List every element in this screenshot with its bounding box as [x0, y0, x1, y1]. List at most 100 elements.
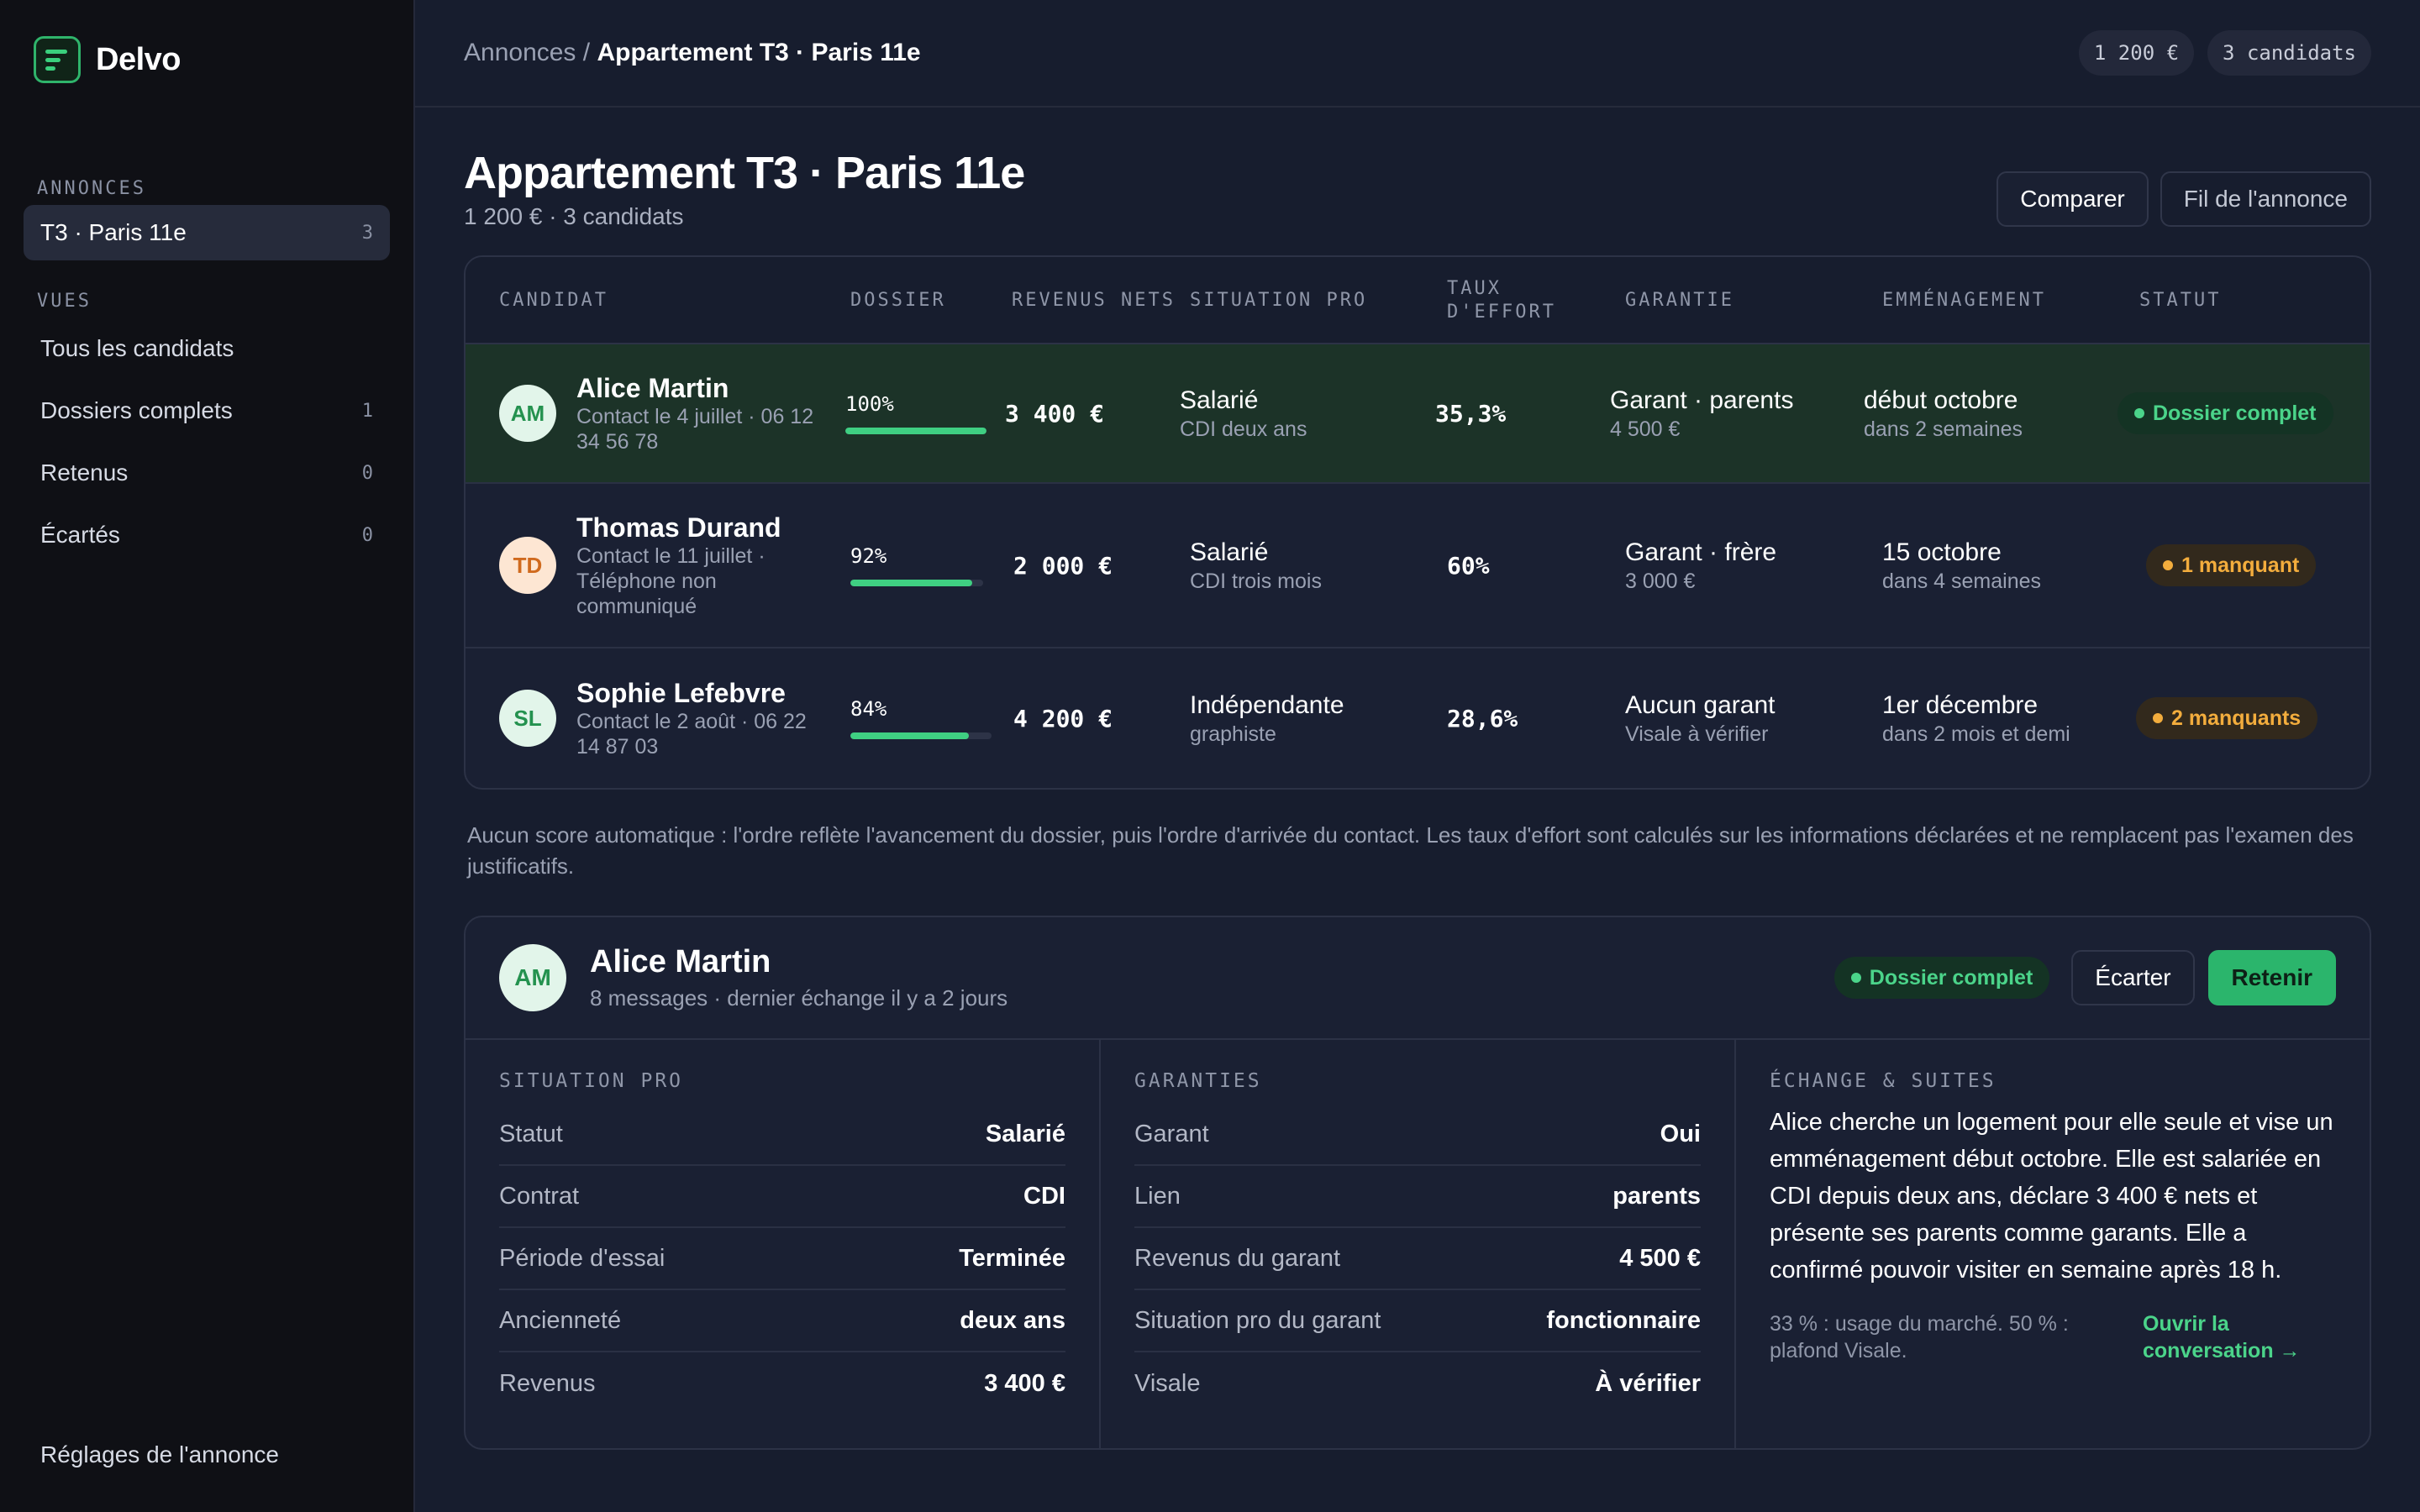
kv-key: Revenus du garant — [1134, 1244, 1341, 1272]
kv-row: Ancienneté deux ans — [499, 1290, 1065, 1352]
status-label: 2 manquants — [2171, 706, 2302, 730]
detail-name: Alice Martin — [590, 944, 771, 979]
col-taux[interactable]: TAUX D'EFFORT — [1447, 257, 1556, 344]
avatar: AM — [499, 944, 566, 1011]
garantie-main: Garant · frère — [1625, 538, 1777, 566]
candidate-contact: Contact le 11 juillet · Téléphone non co… — [576, 544, 765, 618]
open-conversation-link[interactable]: Ouvrir la conversation → — [2143, 1310, 2336, 1364]
candidate-cell: SL Sophie Lefebvre Contact le 2 août · 0… — [499, 648, 829, 788]
col-revenus[interactable]: REVENUS NETS — [1012, 257, 1176, 344]
statut-cell: 1 manquant — [2146, 484, 2317, 647]
kv-key: Période d'essai — [499, 1244, 666, 1272]
col-emmenagement[interactable]: EMMÉNAGEMENT — [1882, 257, 2046, 344]
kv-value: Terminée — [959, 1244, 1065, 1272]
thread-button[interactable]: Fil de l'annonce — [2160, 171, 2371, 227]
dossier-progress-fill — [850, 580, 973, 586]
situation-cell: Salarié CDI trois mois — [1190, 484, 1322, 647]
compare-button[interactable]: Comparer — [1996, 171, 2149, 227]
status-badge: Dossier complet — [1833, 957, 2050, 999]
status-dot-icon — [1850, 973, 1861, 983]
col-situation[interactable]: SITUATION PRO — [1190, 257, 1367, 344]
kv-row: Revenus 3 400 € — [499, 1352, 1065, 1415]
col-dossier[interactable]: DOSSIER — [850, 257, 946, 344]
status-badge: Dossier complet — [2118, 392, 2333, 434]
dossier-progress-fill — [845, 428, 986, 434]
kv-value: À vérifier — [1595, 1369, 1701, 1397]
sidebar-item-count: 3 — [361, 222, 373, 244]
col-taux-line1: TAUX — [1447, 278, 1502, 299]
sidebar-settings-link[interactable]: Réglages de l'annonce — [40, 1441, 279, 1468]
table-header: CANDIDAT DOSSIER REVENUS NETS SITUATION … — [466, 257, 2370, 344]
kv-value: 3 400 € — [984, 1369, 1065, 1397]
candidate-cell: TD Thomas Durand Contact le 11 juillet ·… — [499, 484, 829, 647]
sidebar-section-annonces: ANNONCES — [37, 178, 146, 199]
candidate-cell: AM Alice Martin Contact le 4 juillet · 0… — [499, 344, 829, 482]
sidebar-item-count: 0 — [361, 462, 373, 484]
garanties-column: GARANTIES Garant Oui Lien parents Revenus … — [1101, 1040, 1736, 1448]
table-row[interactable]: TD Thomas Durand Contact le 11 juillet ·… — [466, 484, 2370, 648]
keep-button[interactable]: Retenir — [2207, 950, 2336, 1005]
candidate-detail-panel: AM Alice Martin 8 messages · dernier éch… — [464, 916, 2371, 1450]
situation-sub: CDI trois mois — [1190, 570, 1322, 593]
revenus-cell: 2 000 € — [1013, 551, 1113, 580]
avatar: SL — [499, 690, 556, 747]
garantie-cell: Garant · frère 3 000 € — [1625, 484, 1776, 647]
situation-main: Indépendante — [1190, 691, 1344, 719]
detail-columns: SITUATION PRO Statut Salarié Contrat CDI P… — [466, 1040, 2370, 1448]
col-statut[interactable]: STATUT — [2139, 257, 2221, 344]
kv-value: 4 500 € — [1619, 1244, 1701, 1272]
candidate-contact: Contact le 2 août · 06 22 14 87 03 — [576, 710, 807, 759]
sidebar: Delvo ANNONCES T3 · Paris 11e 3 VUES Tou… — [0, 0, 415, 1512]
kv-row: Contrat CDI — [499, 1166, 1065, 1228]
candidate-name: Thomas Durand — [576, 512, 781, 543]
status-dot-icon — [2153, 713, 2163, 723]
sidebar-item-label: Écartés — [40, 522, 120, 548]
kv-row: Statut Salarié — [499, 1104, 1065, 1166]
kv-row: Visale À vérifier — [1134, 1352, 1701, 1415]
kv-key: Visale — [1134, 1369, 1201, 1397]
status-badge: 1 manquant — [2146, 544, 2317, 586]
sidebar-item-tous[interactable]: Tous les candidats — [24, 321, 390, 376]
table-row[interactable]: AM Alice Martin Contact le 4 juillet · 0… — [466, 344, 2370, 484]
sidebar-item-ecartes[interactable]: Écartés 0 — [24, 507, 390, 563]
col-taux-line2: D'EFFORT — [1447, 302, 1556, 323]
dossier-progress — [850, 580, 983, 586]
avatar: AM — [499, 385, 556, 442]
status-label: Dossier complet — [1869, 965, 2033, 990]
garantie-sub: Visale à vérifier — [1625, 722, 1769, 746]
table-row[interactable]: SL Sophie Lefebvre Contact le 2 août · 0… — [466, 648, 2370, 788]
statut-cell: Dossier complet — [2118, 344, 2333, 482]
brand[interactable]: Delvo — [34, 34, 390, 86]
kv-key: Statut — [499, 1120, 563, 1147]
kv-value: CDI — [1023, 1182, 1065, 1210]
taux-cell: 28,6% — [1447, 704, 1518, 732]
sidebar-item-annonce[interactable]: T3 · Paris 11e 3 — [24, 205, 390, 260]
detail-actions: Dossier complet Écarter Retenir — [1833, 950, 2336, 1005]
content: Appartement T3 · Paris 11e 1 200 € · 3 c… — [415, 146, 2420, 1450]
breadcrumb-parent[interactable]: Annonces — [464, 39, 576, 66]
taux-cell: 60% — [1447, 551, 1490, 580]
reject-button[interactable]: Écarter — [2071, 950, 2195, 1005]
kv-key: Lien — [1134, 1182, 1181, 1210]
detail-subtitle: 8 messages · dernier échange il y a 2 jo… — [590, 985, 1008, 1011]
emmenagement-sub: dans 2 semaines — [1864, 417, 2023, 441]
emmenagement-main: début octobre — [1864, 386, 2018, 414]
sidebar-item-label: Dossiers complets — [40, 397, 233, 423]
topbar-pills: 1 200 € 3 candidats — [2078, 30, 2371, 76]
dossier-percent: 92% — [850, 544, 887, 568]
col-candidat[interactable]: CANDIDAT — [499, 257, 608, 344]
dossier-cell: 84% — [850, 648, 992, 788]
garantie-main: Aucun garant — [1625, 691, 1776, 719]
kv-value: deux ans — [960, 1306, 1065, 1334]
dossier-progress-fill — [850, 732, 970, 739]
sidebar-item-retenus[interactable]: Retenus 0 — [24, 445, 390, 501]
sidebar-item-complets[interactable]: Dossiers complets 1 — [24, 383, 390, 438]
dossier-percent: 84% — [850, 697, 887, 721]
kv-key: Situation pro du garant — [1134, 1306, 1381, 1334]
statut-cell: 2 manquants — [2136, 648, 2318, 788]
kv-key: Garant — [1134, 1120, 1209, 1147]
page-title: Appartement T3 · Paris 11e — [464, 148, 1025, 198]
col-garantie[interactable]: GARANTIE — [1625, 257, 1734, 344]
garantie-cell: Garant · parents 4 500 € — [1610, 344, 1793, 482]
garantie-main: Garant · parents — [1610, 386, 1794, 414]
